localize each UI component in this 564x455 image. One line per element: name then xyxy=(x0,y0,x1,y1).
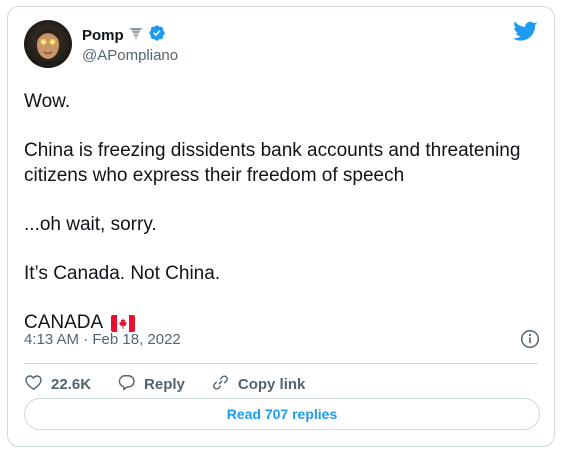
tweet-actions: 22.6K Reply Copy link xyxy=(24,369,305,399)
tweet-line: Wow. xyxy=(24,91,71,112)
info-icon[interactable] xyxy=(520,329,540,349)
tweet-text: Wow. China is freezing dissidents bank a… xyxy=(24,89,544,335)
reply-button[interactable]: Reply xyxy=(117,373,185,396)
tweet-line: China is freezing dissidents bank accoun… xyxy=(24,140,521,186)
reply-label: Reply xyxy=(144,375,185,393)
verified-badge-icon xyxy=(148,24,166,47)
twitter-bird-icon[interactable] xyxy=(513,21,538,43)
divider xyxy=(24,363,538,364)
display-name[interactable]: Pomp xyxy=(82,27,124,44)
like-button[interactable]: 22.6K xyxy=(24,373,91,396)
read-replies-button[interactable]: Read 707 replies xyxy=(24,398,540,430)
heart-icon xyxy=(24,373,43,396)
tweet-line: ...oh wait, sorry. xyxy=(24,214,157,235)
copy-link-button[interactable]: Copy link xyxy=(211,373,306,396)
like-count: 22.6K xyxy=(51,375,92,393)
tweet-timestamp[interactable]: 4:13 AM · Feb 18, 2022 xyxy=(24,331,181,348)
tweet-line: It’s Canada. Not China. xyxy=(24,263,221,284)
author-handle[interactable]: @APompliano xyxy=(82,47,178,64)
tweet-meta-row: 4:13 AM · Feb 18, 2022 xyxy=(24,329,540,349)
author-name-row[interactable]: Pomp xyxy=(82,24,166,47)
speech-bubble-icon xyxy=(117,373,136,396)
tweet-card[interactable]: Pomp @APompliano Wow. China is freezing … xyxy=(7,6,555,447)
avatar[interactable] xyxy=(24,20,72,68)
copy-link-label: Copy link xyxy=(237,375,306,393)
tornado-icon xyxy=(128,25,144,46)
link-icon xyxy=(211,373,230,396)
